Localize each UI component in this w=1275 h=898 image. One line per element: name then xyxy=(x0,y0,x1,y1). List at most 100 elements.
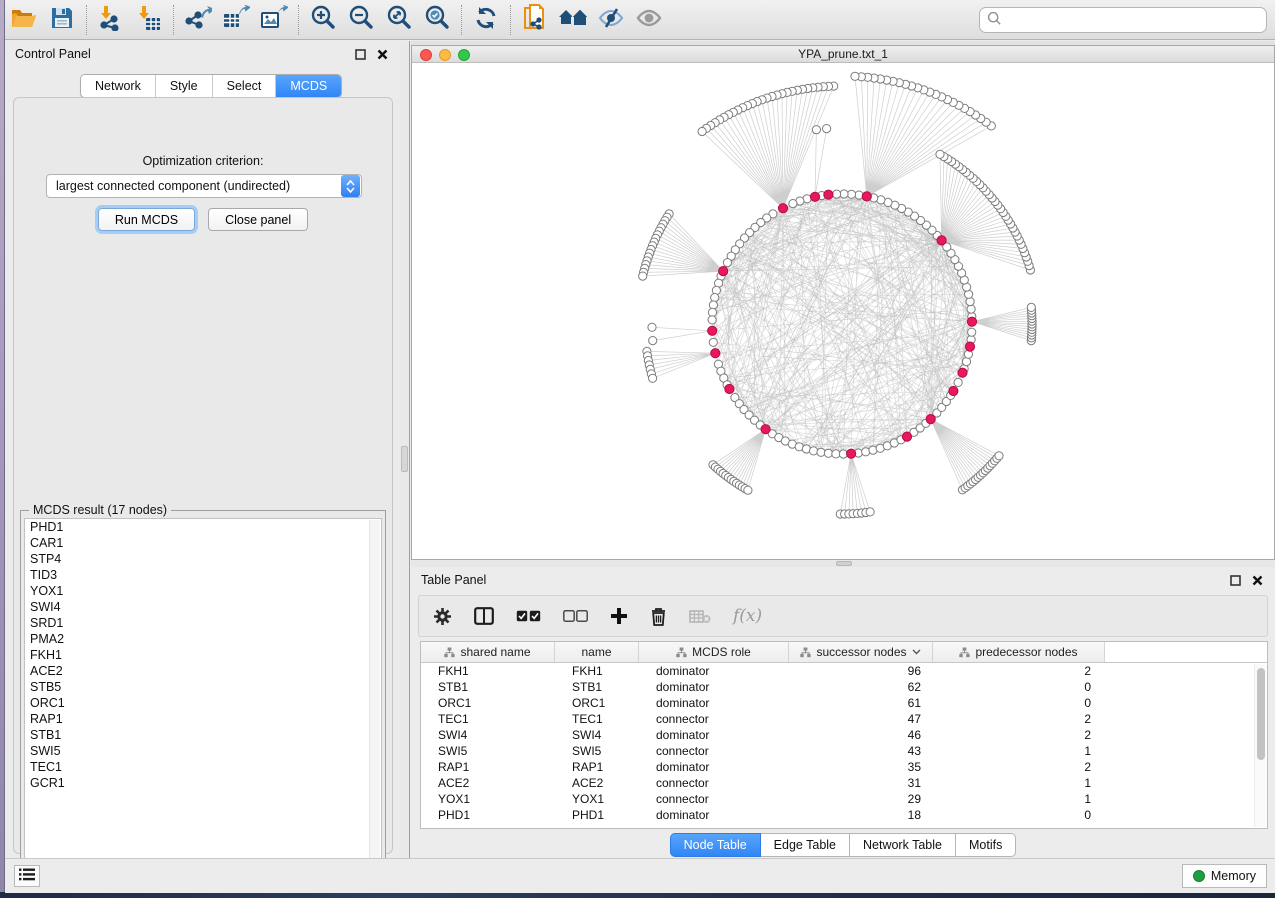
optimization-criterion-select[interactable]: largest connected component (undirected) xyxy=(46,174,362,198)
task-list-icon xyxy=(19,868,35,884)
list-item[interactable]: SRD1 xyxy=(25,615,381,631)
tab-edge-table[interactable]: Edge Table xyxy=(761,833,850,857)
table-scrollbar[interactable] xyxy=(1254,664,1266,827)
list-item[interactable]: TID3 xyxy=(25,567,381,583)
list-item[interactable]: GCR1 xyxy=(25,775,381,791)
list-item[interactable]: FKH1 xyxy=(25,647,381,663)
export-table-icon xyxy=(222,5,250,34)
table-row[interactable]: YOX1YOX1connector291 xyxy=(421,791,1267,807)
split-columns-button[interactable] xyxy=(474,607,494,625)
list-item[interactable]: PMA2 xyxy=(25,631,381,647)
splitter-handle[interactable] xyxy=(401,446,408,472)
search-input[interactable] xyxy=(1002,10,1266,30)
eye-slash-icon xyxy=(597,6,625,33)
table-row[interactable]: TEC1TEC1connector472 xyxy=(421,711,1267,727)
export-image-button[interactable] xyxy=(255,3,293,37)
table-row[interactable]: SWI4SWI4dominator462 xyxy=(421,727,1267,743)
tab-select[interactable]: Select xyxy=(213,75,277,97)
list-item[interactable]: STB5 xyxy=(25,679,381,695)
column-header-shared-name[interactable]: shared name xyxy=(421,642,555,662)
column-header-successor-nodes[interactable]: successor nodes xyxy=(789,642,933,662)
list-item[interactable]: PHD1 xyxy=(25,519,381,535)
list-item[interactable]: CAR1 xyxy=(25,535,381,551)
tab-network-table[interactable]: Network Table xyxy=(850,833,956,857)
list-item[interactable]: STB1 xyxy=(25,727,381,743)
tab-mcds[interactable]: MCDS xyxy=(276,75,341,97)
select-stepper-icon xyxy=(341,175,360,197)
hide-selected-button[interactable] xyxy=(592,3,630,37)
gear-button[interactable] xyxy=(433,607,452,626)
list-scrollbar[interactable] xyxy=(369,520,380,876)
column-type-icon xyxy=(800,647,811,658)
zoom-out-button[interactable] xyxy=(342,3,380,37)
memory-button[interactable]: Memory xyxy=(1182,864,1267,888)
column-header-name[interactable]: name xyxy=(555,642,639,662)
table-row[interactable]: STB1STB1dominator620 xyxy=(421,679,1267,695)
import-network-button[interactable] xyxy=(92,3,130,37)
zoom-fit-button[interactable] xyxy=(380,3,418,37)
maximize-window-button[interactable] xyxy=(458,49,470,61)
tab-style[interactable]: Style xyxy=(156,75,213,97)
close-panel-icon-button[interactable] xyxy=(1249,572,1265,588)
tab-network[interactable]: Network xyxy=(81,75,156,97)
table-row[interactable]: ACE2ACE2connector311 xyxy=(421,775,1267,791)
network-canvas[interactable] xyxy=(412,63,1274,558)
control-panel-title: Control Panel xyxy=(15,47,91,61)
open-file-button[interactable] xyxy=(5,3,43,37)
table-row[interactable]: RAP1RAP1dominator352 xyxy=(421,759,1267,775)
close-panel-button[interactable]: Close panel xyxy=(208,208,308,231)
share-document-button[interactable] xyxy=(516,3,554,37)
table-row[interactable]: PHD1PHD1dominator180 xyxy=(421,807,1267,823)
list-item[interactable]: RAP1 xyxy=(25,711,381,727)
column-header-predecessor-nodes[interactable]: predecessor nodes xyxy=(933,642,1105,662)
table-toolbar: f(x) xyxy=(418,595,1268,637)
list-item[interactable]: ORC1 xyxy=(25,695,381,711)
clear-table-button[interactable] xyxy=(689,609,711,624)
function-builder-button[interactable]: f(x) xyxy=(733,606,762,626)
close-window-button[interactable] xyxy=(420,49,432,61)
zoom-in-button[interactable] xyxy=(304,3,342,37)
float-panel-button[interactable] xyxy=(1227,572,1243,588)
float-panel-button[interactable] xyxy=(352,46,368,62)
export-table-button[interactable] xyxy=(217,3,255,37)
network-titlebar: YPA_prune.txt_1 xyxy=(412,45,1274,63)
scrollbar-thumb[interactable] xyxy=(1257,668,1265,760)
table-row[interactable]: FKH1FKH1dominator962 xyxy=(421,663,1267,679)
delete-column-button[interactable] xyxy=(650,607,667,626)
close-panel-icon-button[interactable] xyxy=(374,46,390,62)
save-session-button[interactable] xyxy=(43,3,81,37)
refresh-button[interactable] xyxy=(467,3,505,37)
table-row[interactable]: ORC1ORC1dominator610 xyxy=(421,695,1267,711)
list-item[interactable]: SWI5 xyxy=(25,743,381,759)
list-item[interactable]: YOX1 xyxy=(25,583,381,599)
network-window: YPA_prune.txt_1 xyxy=(411,45,1275,560)
add-column-button[interactable] xyxy=(610,607,628,625)
table-panel-header: Table Panel xyxy=(411,567,1275,593)
splitter-handle[interactable] xyxy=(836,561,852,566)
import-table-button[interactable] xyxy=(130,3,168,37)
show-hidden-button[interactable] xyxy=(630,3,668,37)
deselect-all-button[interactable] xyxy=(563,610,588,622)
table-row[interactable]: SWI5SWI5connector431 xyxy=(421,743,1267,759)
mcds-tab-content: Optimization criterion: largest connecte… xyxy=(13,97,393,854)
run-mcds-button[interactable]: Run MCDS xyxy=(98,208,195,231)
minimize-window-button[interactable] xyxy=(439,49,451,61)
list-item[interactable]: STP4 xyxy=(25,551,381,567)
main-toolbar xyxy=(5,0,1275,40)
export-network-button[interactable] xyxy=(179,3,217,37)
status-bar: Memory xyxy=(5,858,1275,893)
zoom-in-icon xyxy=(310,5,336,34)
list-item[interactable]: SWI4 xyxy=(25,599,381,615)
list-item[interactable]: TEC1 xyxy=(25,759,381,775)
task-history-button[interactable] xyxy=(14,865,40,887)
horizontal-splitter[interactable] xyxy=(411,560,1275,567)
column-type-icon xyxy=(676,647,687,658)
column-header-mcds-role[interactable]: MCDS role xyxy=(639,642,789,662)
zoom-selected-button[interactable] xyxy=(418,3,456,37)
list-item[interactable]: ACE2 xyxy=(25,663,381,679)
tab-node-table[interactable]: Node Table xyxy=(670,833,761,857)
vertical-splitter[interactable] xyxy=(400,41,410,858)
tab-motifs[interactable]: Motifs xyxy=(956,833,1016,857)
network-home-button[interactable] xyxy=(554,3,592,37)
select-all-button[interactable] xyxy=(516,610,541,622)
